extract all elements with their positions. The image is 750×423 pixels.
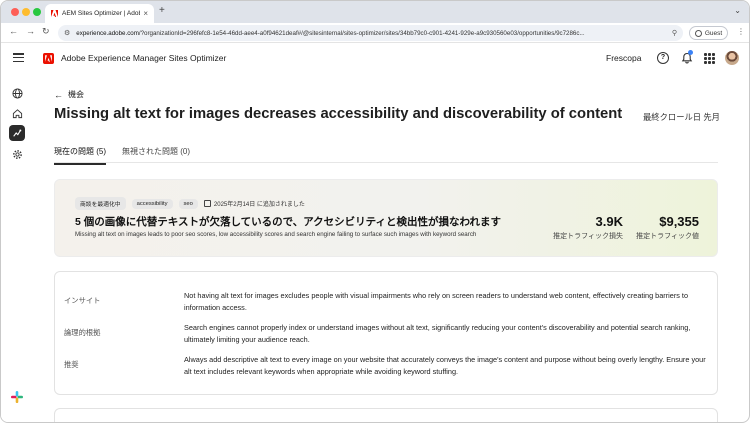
url-text: experience.adobe.com/?organizationId=296… [76, 29, 585, 37]
adobe-favicon-icon [51, 10, 58, 17]
zoom-icon[interactable]: ⚲ [672, 29, 677, 37]
browser-toolbar: ← → ↻ ⚙ experience.adobe.com/?organizati… [1, 23, 749, 43]
page-title: Missing alt text for images decreases ac… [54, 106, 623, 122]
minimize-window-button[interactable] [22, 8, 30, 16]
traffic-loss-metric: 3.9K 推定トラフィック損失 [551, 214, 623, 241]
back-label: 機会 [68, 90, 84, 99]
added-date-text: 2025年2月14日 に追加されました [213, 202, 305, 208]
browser-window: AEM Sites Optimizer | Adobe × + ⌄ ← → ↻ … [0, 0, 750, 423]
adobe-logo-icon [43, 53, 54, 64]
forward-nav-button[interactable]: → [26, 26, 35, 36]
apps-grid-icon[interactable] [704, 52, 716, 64]
globe-icon[interactable] [9, 85, 25, 101]
address-bar[interactable]: ⚙ experience.adobe.com/?organizationId=2… [58, 25, 683, 41]
recommendation-label: 推奨 [64, 360, 79, 369]
settings-gear-icon[interactable] [9, 146, 25, 162]
traffic-value-metric: $9,355 推定トラフィック値 [633, 214, 699, 241]
tabs-divider [54, 162, 718, 163]
last-crawl-text: 最終クロール日 先月 [643, 112, 720, 122]
browser-menu-icon[interactable]: ⋮ [737, 27, 745, 36]
tag-seo: seo [178, 198, 198, 209]
back-link[interactable]: ← 機会 [54, 89, 84, 100]
back-nav-button[interactable]: ← [9, 26, 18, 36]
new-tab-button[interactable]: + [159, 5, 165, 16]
traffic-loss-label: 推定トラフィック損失 [553, 233, 623, 240]
opportunity-details-card: インサイト Not having alt text for images exc… [54, 271, 718, 395]
added-date: 2025年2月14日 に追加されました [203, 199, 305, 208]
summary-headline: 5 個の画像に代替テキストが欠落しているので、アクセシビリティと検出性が損なわれ… [75, 216, 502, 228]
guest-label: Guest [704, 29, 723, 37]
arrow-left-icon: ← [54, 89, 63, 100]
opportunity-summary-card: 商談を最適化中 accessibility seo 2025年2月14日 に追加… [54, 179, 718, 257]
slack-help-icon[interactable] [10, 390, 24, 404]
site-info-icon[interactable]: ⚙ [64, 29, 70, 37]
tag-row: 商談を最適化中 accessibility seo 2025年2月14日 に追加… [75, 197, 305, 210]
maximize-window-button[interactable] [33, 8, 41, 16]
org-switcher[interactable]: Frescopa [606, 53, 641, 63]
app-header: Adobe Experience Manager Sites Optimizer… [1, 43, 749, 74]
traffic-value-value: $9,355 [659, 214, 699, 229]
traffic-value-label: 推定トラフィック値 [636, 233, 699, 240]
traffic-loss-value: 3.9K [595, 214, 623, 229]
browser-tab[interactable]: AEM Sites Optimizer | Adobe × [45, 4, 154, 23]
home-icon[interactable] [9, 105, 25, 121]
guest-profile-button[interactable]: Guest [689, 26, 728, 40]
user-avatar[interactable] [725, 51, 739, 65]
app-title: Adobe Experience Manager Sites Optimizer [61, 53, 227, 63]
tab-title: AEM Sites Optimizer | Adobe [62, 10, 141, 17]
left-nav-rail [1, 74, 33, 422]
browser-tab-bar: AEM Sites Optimizer | Adobe × + ⌄ [1, 1, 749, 23]
next-card-partial [54, 408, 718, 422]
status-badge: 商談を最適化中 [75, 197, 126, 210]
calendar-icon [203, 200, 211, 207]
insight-text: Not having alt text for images excludes … [184, 291, 689, 312]
hamburger-menu-icon[interactable] [13, 53, 24, 63]
tag-accessibility: accessibility [131, 198, 173, 209]
close-window-button[interactable] [11, 8, 19, 16]
notification-dot [688, 50, 693, 55]
summary-description: Missing alt text on images leads to poor… [75, 231, 477, 238]
close-tab-icon[interactable]: × [143, 9, 148, 18]
insight-label: インサイト [64, 296, 101, 305]
help-icon[interactable]: ? [657, 52, 669, 64]
recommendation-text: Always add descriptive alt text to every… [184, 355, 706, 376]
tab-search-chevron-icon[interactable]: ⌄ [734, 6, 741, 15]
rationale-text: Search engines cannot properly index or … [184, 323, 691, 344]
opportunities-icon[interactable] [9, 125, 25, 141]
reload-button[interactable]: ↻ [42, 26, 50, 37]
profile-icon [694, 29, 702, 37]
rationale-label: 論理的根拠 [64, 328, 101, 337]
